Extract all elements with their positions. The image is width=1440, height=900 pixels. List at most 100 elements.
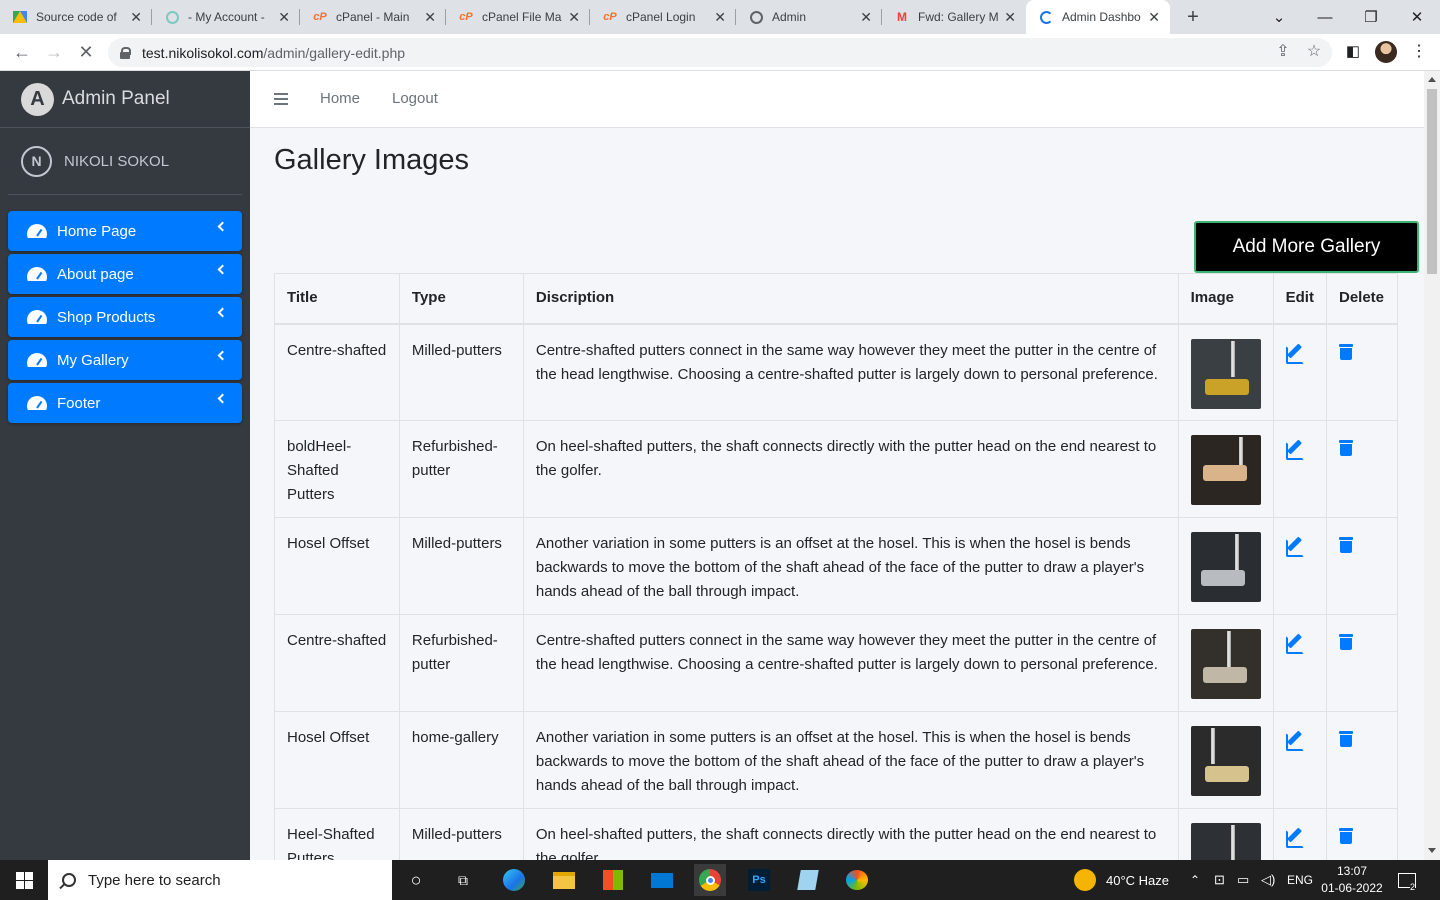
cortana-icon[interactable]: ○ [400,864,432,896]
brand-link[interactable]: A Admin Panel [0,71,250,128]
edit-icon[interactable] [1285,536,1304,557]
trash-icon[interactable] [1338,439,1353,456]
close-tab-icon[interactable]: ✕ [130,9,142,26]
sidebar-item-my-gallery[interactable]: My Gallery [8,340,242,380]
notification-center-icon[interactable]: 2 [1398,860,1416,900]
edit-icon[interactable] [1285,343,1304,364]
browser-tab[interactable]: cP cPanel Login ✕ [590,0,736,34]
hamburger-menu-icon[interactable] [274,93,288,105]
browser-tab[interactable]: Admin ✕ [736,0,882,34]
forward-icon[interactable]: → [42,40,66,64]
table-row: Centre-shafted Refurbished-putter Centre-s… [274,614,1399,712]
user-panel[interactable]: N NIKOLI SOKOL [8,128,242,195]
close-tab-icon[interactable]: ✕ [714,9,726,26]
dashboard-gauge-icon [27,267,47,281]
edit-icon[interactable] [1285,730,1304,751]
nav-home-link[interactable]: Home [320,90,360,107]
cell-image [1177,711,1274,809]
tab-title: cPanel File Man [482,10,563,24]
scroll-up-icon[interactable] [1428,77,1436,82]
trash-icon[interactable] [1338,343,1353,360]
sidebar-item-footer[interactable]: Footer [8,383,242,423]
chevron-left-icon [217,350,228,361]
cell-image [1177,420,1274,518]
dashboard-gauge-icon [27,396,47,410]
scrollbar-thumb[interactable] [1427,89,1437,274]
tab-title: cPanel Login [626,10,696,24]
language-indicator[interactable]: ENG [1287,860,1313,900]
close-tab-icon[interactable]: ✕ [278,9,290,26]
bookmark-star-icon[interactable]: ☆ [1303,41,1325,63]
close-tab-icon[interactable]: ✕ [1004,9,1016,26]
edit-icon[interactable] [1285,827,1304,848]
close-tab-icon[interactable]: ✕ [860,9,872,26]
file-explorer-icon[interactable] [548,864,580,896]
network-icon[interactable]: ▭ [1237,860,1249,900]
tab-search-icon[interactable]: ⌄ [1256,0,1302,34]
browser-tab[interactable]: cP cPanel File Man ✕ [446,0,590,34]
close-tab-icon[interactable]: ✕ [568,9,580,26]
menu-dots-icon[interactable]: ⋮ [1408,41,1430,63]
add-more-gallery-button[interactable]: Add More Gallery [1194,221,1419,273]
weather-widget[interactable]: 40°C Haze [1074,860,1169,900]
edit-icon[interactable] [1285,439,1304,460]
trash-icon[interactable] [1338,827,1353,844]
back-icon[interactable]: ← [10,40,34,64]
paint-icon[interactable] [841,864,873,896]
trash-icon[interactable] [1338,536,1353,553]
edge-icon[interactable] [498,864,530,896]
sidebar-item-shop-products[interactable]: Shop Products [8,297,242,337]
trash-icon[interactable] [1338,633,1353,650]
clock[interactable]: 13:07 01-06-2022 [1320,860,1384,900]
browser-tab[interactable]: Source code of ✕ [0,0,152,34]
sidebar-item-home-page[interactable]: Home Page [8,211,242,251]
cell-edit [1272,614,1327,712]
meet-now-icon[interactable]: ⊡ [1214,860,1225,900]
close-tab-icon[interactable]: ✕ [1148,9,1160,26]
clock-date: 01-06-2022 [1321,881,1383,895]
dashboard-gauge-icon [27,353,47,367]
table-row: Hosel Offset home-gallery Another variatio… [274,711,1399,809]
column-header: Image [1177,273,1274,325]
show-hidden-icons-chevron-icon[interactable]: ⌃ [1190,860,1200,900]
mail-icon[interactable] [646,864,678,896]
sidebar-item-about-page[interactable]: About page [8,254,242,294]
stop-loading-icon[interactable]: ✕ [74,40,98,64]
minimize-button[interactable]: — [1302,0,1348,34]
lock-icon[interactable] [120,46,131,59]
new-tab-button[interactable]: + [1180,4,1206,30]
windows-start-icon[interactable] [0,860,48,900]
restore-button[interactable]: ❐ [1348,0,1394,34]
scroll-down-icon[interactable] [1428,848,1436,853]
microsoft-store-icon[interactable] [597,864,629,896]
browser-tab[interactable]: cP cPanel - Main ✕ [300,0,446,34]
chrome-icon[interactable] [694,864,726,896]
side-panel-icon[interactable]: ◧ [1342,41,1364,63]
close-tab-icon[interactable]: ✕ [424,9,436,26]
edit-icon[interactable] [1285,633,1304,654]
volume-icon[interactable]: ◁) [1261,860,1275,900]
loading-icon [1038,9,1054,25]
content-wrapper: Gallery Images Add More Gallery Title Typ… [250,128,1424,860]
profile-avatar[interactable] [1375,41,1397,63]
browser-tab[interactable]: M Fwd: Gallery M ✕ [882,0,1026,34]
browser-tab[interactable]: Admin Dashbo ✕ [1026,0,1170,34]
nav-logout-link[interactable]: Logout [392,90,438,107]
cell-image [1177,614,1274,712]
trash-icon[interactable] [1338,730,1353,747]
browser-tab[interactable]: - My Account - ✕ [152,0,300,34]
photoshop-icon[interactable]: Ps [743,864,775,896]
gallery-thumbnail [1190,629,1261,699]
cell-delete [1325,420,1399,518]
notepad-icon[interactable] [792,864,824,896]
gallery-table: Title Type Discription Image Edit Delete Cent… [274,273,1399,860]
share-icon[interactable]: ⇪ [1272,41,1294,63]
chevron-left-icon [217,393,228,404]
address-bar[interactable]: test.nikolisokol.com/admin/gallery-edit.… [108,38,1332,67]
cell-edit [1272,420,1327,518]
task-view-icon[interactable]: ⧉ [447,864,479,896]
close-window-button[interactable]: ✕ [1394,0,1440,34]
top-navbar: Home Logout [250,71,1424,128]
page-scrollbar[interactable] [1424,71,1440,860]
taskbar-search-box[interactable]: Type here to search [48,860,392,900]
